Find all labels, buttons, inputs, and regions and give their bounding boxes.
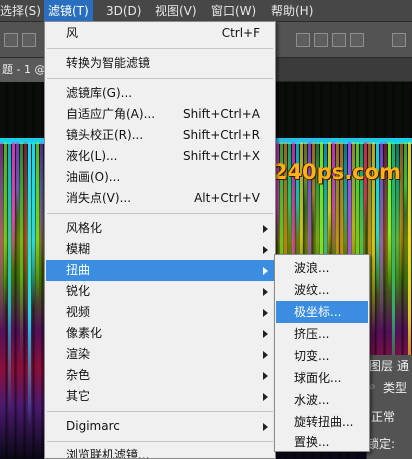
menu-separator [47, 411, 273, 412]
align-center-icon[interactable] [314, 33, 328, 47]
submenu-item-twirl[interactable]: 旋转扭曲... [276, 411, 368, 433]
submenu-item-polar-coordinates[interactable]: 极坐标... [276, 301, 368, 323]
drip-streak [404, 142, 407, 214]
menu-item-noise[interactable]: 杂色 [46, 365, 274, 386]
menu-item-liquify[interactable]: 液化(L)... Shift+Ctrl+X [46, 146, 274, 167]
menu-bar: 选择(S) 滤镜(T) 3D(D) 视图(V) 窗口(W) 帮助(H) [0, 0, 412, 22]
submenu-item-wave[interactable]: 波浪... [276, 257, 368, 279]
menu-item-pixelate[interactable]: 像素化 [46, 323, 274, 344]
menu-item-wind[interactable]: 风 Ctrl+F [46, 23, 274, 44]
menu-help[interactable]: 帮助(H) [271, 0, 313, 22]
drip-streak [296, 142, 299, 241]
blend-mode-select[interactable]: 正常 [371, 408, 395, 425]
drip-streak [288, 142, 291, 244]
align-left-icon[interactable] [296, 33, 310, 47]
submenu-arrow-icon [263, 267, 268, 275]
menu-separator [47, 48, 273, 49]
option-icon[interactable] [22, 33, 36, 47]
drip-streak [276, 142, 279, 246]
drip-streak [16, 142, 19, 220]
submenu-arrow-icon [263, 423, 268, 431]
menu-item-render[interactable]: 渲染 [46, 344, 274, 365]
menu-item-oil-paint[interactable]: 油画(O)... [46, 167, 274, 188]
layers-tab[interactable]: 图层 [369, 357, 393, 374]
layers-panel: 图层 通 ⌕ 类型 正常 锁定: [366, 355, 412, 459]
menu-item-browse-online-filters[interactable]: 浏览联机滤镜... [46, 445, 274, 458]
drip-streak [20, 142, 23, 363]
submenu-arrow-icon [263, 309, 268, 317]
drip-streak [32, 142, 35, 308]
menu-filter[interactable]: 滤镜(T) [44, 0, 93, 22]
menu-separator [47, 213, 273, 214]
drip-streak [12, 142, 15, 270]
drip-streak [4, 142, 7, 308]
menu-item-video[interactable]: 视频 [46, 302, 274, 323]
menu-separator [47, 441, 273, 442]
menu-item-blur[interactable]: 模糊 [46, 239, 274, 260]
filter-search-icon[interactable]: ⌕ [369, 379, 376, 394]
submenu-arrow-icon [263, 330, 268, 338]
submenu-item-ripple[interactable]: 波纹... [276, 279, 368, 301]
menu-view[interactable]: 视图(V) [155, 0, 197, 22]
drip-streak [312, 142, 315, 227]
submenu-arrow-icon [263, 351, 268, 359]
drip-streak [8, 142, 11, 412]
3d-mode-icon[interactable] [392, 33, 406, 47]
submenu-arrow-icon [263, 225, 268, 233]
submenu-arrow-icon [263, 246, 268, 254]
distribute-icon[interactable] [350, 33, 364, 47]
drip-streak [344, 142, 347, 252]
submenu-item-displace[interactable]: 置换... [276, 431, 368, 453]
menu-item-adaptive-wide-angle[interactable]: 自适应广角(A)... Shift+Ctrl+A [46, 104, 274, 125]
submenu-item-zigzag[interactable]: 水波... [276, 389, 368, 411]
menu-item-sharpen[interactable]: 锐化 [46, 281, 274, 302]
submenu-item-shear[interactable]: 切变... [276, 345, 368, 367]
channels-tab[interactable]: 通 [397, 357, 409, 374]
distort-submenu: 波浪... 波纹... 极坐标... 挤压... 切变... 球面化... 水波… [274, 254, 370, 452]
menu-select[interactable]: 选择(S) [0, 0, 41, 22]
align-right-icon[interactable] [332, 33, 346, 47]
drip-streak [40, 142, 43, 269]
menu-window[interactable]: 窗口(W) [211, 0, 256, 22]
document-tab[interactable]: 题 - 1 @ [0, 58, 46, 82]
menu-item-filter-gallery[interactable]: 滤镜库(G)... [46, 83, 274, 104]
submenu-item-pinch[interactable]: 挤压... [276, 323, 368, 345]
filter-menu: 风 Ctrl+F 转换为智能滤镜 滤镜库(G)... 自适应广角(A)... S… [44, 21, 276, 459]
menu-item-lens-correction[interactable]: 镜头校正(R)... Shift+Ctrl+R [46, 125, 274, 146]
tool-preset-icon[interactable] [4, 33, 18, 47]
menu-item-vanishing-point[interactable]: 消失点(V)... Alt+Ctrl+V [46, 188, 274, 209]
submenu-arrow-icon [263, 372, 268, 380]
menu-item-other[interactable]: 其它 [46, 386, 274, 407]
menu-item-stylize[interactable]: 风格化 [46, 218, 274, 239]
menu-3d[interactable]: 3D(D) [106, 0, 141, 22]
menu-separator [47, 78, 273, 79]
submenu-arrow-icon [263, 288, 268, 296]
drip-streak [28, 142, 31, 427]
submenu-arrow-icon [263, 393, 268, 401]
drip-streak [364, 142, 367, 233]
menu-item-distort[interactable]: 扭曲 [46, 260, 274, 281]
drip-streak [0, 142, 3, 336]
menu-item-convert-smart-filter[interactable]: 转换为智能滤镜 [46, 53, 274, 74]
drip-streak [24, 142, 27, 318]
lock-label: 锁定: [367, 437, 396, 451]
drip-streak [36, 142, 39, 302]
menu-item-digimarc[interactable]: Digimarc [46, 416, 274, 437]
kind-filter[interactable]: 类型 [383, 379, 407, 396]
submenu-item-spherize[interactable]: 球面化... [276, 367, 368, 389]
